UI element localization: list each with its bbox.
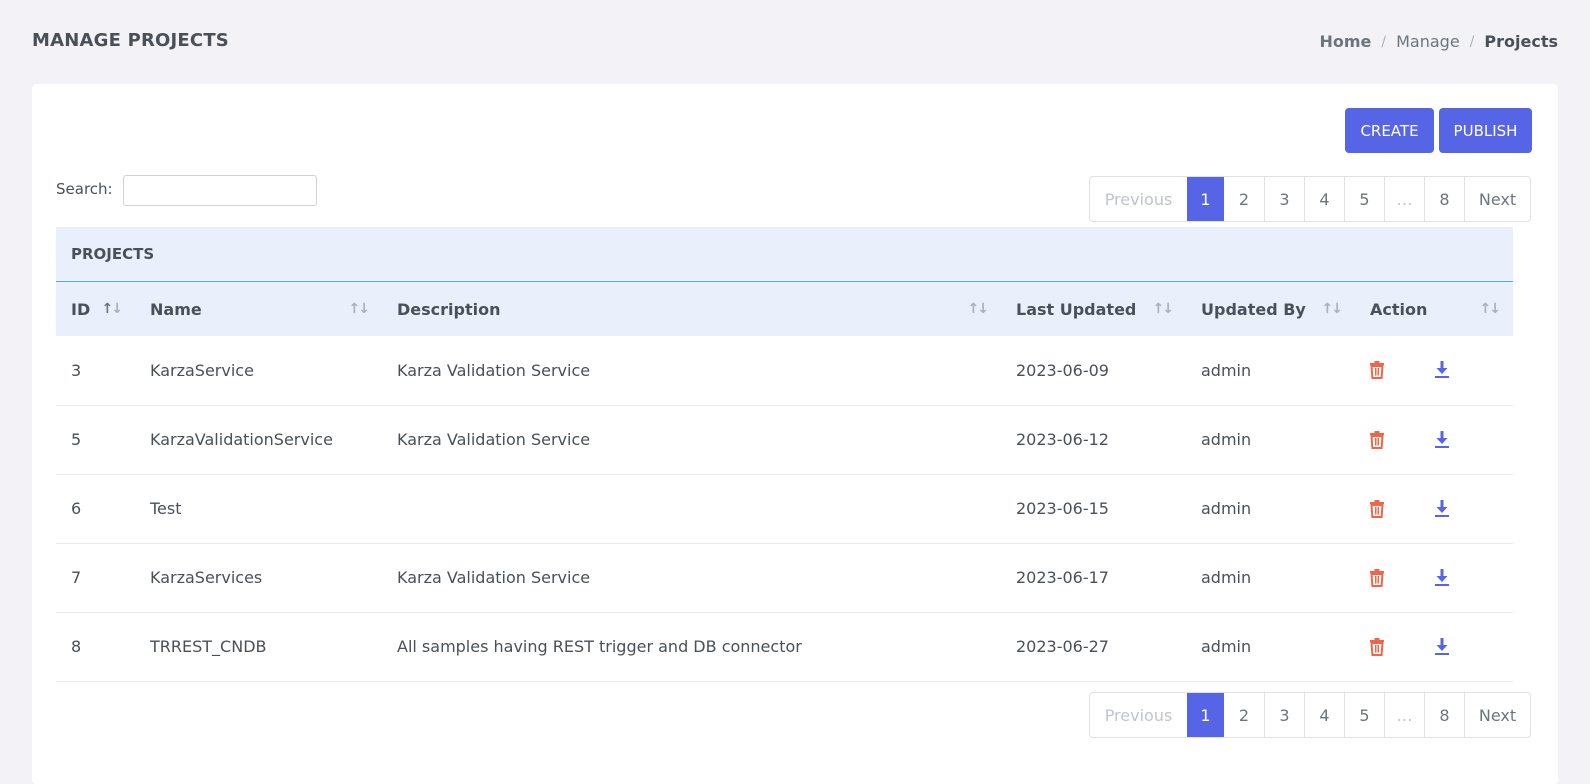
pagination-top: Previous 1 2 3 4 5 … 8 Next [1089, 176, 1531, 222]
download-icon[interactable] [1432, 498, 1452, 520]
pagination-bottom: Previous 1 2 3 4 5 … 8 Next [1089, 692, 1531, 738]
download-icon[interactable] [1432, 429, 1452, 451]
pagination-page-2[interactable]: 2 [1224, 177, 1264, 221]
column-header-last-updated[interactable]: Last Updated ↑↓ [1001, 282, 1186, 336]
pagination-next[interactable]: Next [1464, 177, 1530, 221]
sort-icon: ↑↓ [967, 301, 990, 317]
search-label: Search: [56, 180, 113, 198]
cell-name: KarzaServices [150, 568, 263, 587]
column-header-label: Action [1370, 299, 1428, 319]
table-caption: PROJECTS [56, 227, 1513, 282]
pagination-page-3[interactable]: 3 [1264, 177, 1304, 221]
cell-actions [1355, 474, 1513, 543]
sort-icon: ↑↓ [1321, 301, 1344, 317]
breadcrumb-projects: Projects [1484, 32, 1558, 51]
cell-name: KarzaValidationService [150, 430, 333, 449]
table-row: 3 KarzaService Karza Validation Service … [56, 336, 1513, 405]
column-header-action[interactable]: Action ↑↓ [1355, 282, 1513, 336]
projects-table: PROJECTS ID ↑↓ Name ↑↓ Description ↑↓ Last … [56, 227, 1513, 682]
cell-last-updated: 2023-06-12 [1016, 430, 1109, 449]
cell-description: Karza Validation Service [397, 568, 591, 587]
cell-id: 3 [71, 360, 82, 380]
breadcrumb-separator: / [1381, 33, 1387, 50]
pagination-page-8[interactable]: 8 [1424, 693, 1464, 737]
cell-id: 7 [71, 568, 82, 587]
trash-icon[interactable] [1367, 429, 1387, 451]
column-header-description[interactable]: Description ↑↓ [382, 282, 1001, 336]
download-icon[interactable] [1432, 636, 1452, 658]
cell-description [382, 474, 1001, 543]
column-header-label: Updated By [1201, 299, 1306, 319]
download-icon[interactable] [1432, 567, 1452, 589]
cell-last-updated: 2023-06-09 [1016, 360, 1109, 380]
cell-id: 5 [71, 430, 82, 449]
column-header-name[interactable]: Name ↑↓ [135, 282, 382, 336]
cell-actions [1355, 336, 1513, 405]
cell-last-updated: 2023-06-17 [1016, 568, 1109, 587]
pagination-page-1[interactable]: 1 [1187, 693, 1224, 737]
sort-icon: ↑↓ [1152, 301, 1175, 317]
trash-icon[interactable] [1367, 567, 1387, 589]
column-header-label: ID [71, 299, 91, 319]
column-header-label: Name [150, 299, 202, 319]
pagination-page-2[interactable]: 2 [1224, 693, 1264, 737]
pagination-next[interactable]: Next [1464, 693, 1530, 737]
cell-updated-by: admin [1201, 360, 1252, 380]
table-row: 5 KarzaValidationService Karza Validatio… [56, 405, 1513, 474]
cell-updated-by: admin [1201, 568, 1252, 587]
sort-icon: ↑↓ [1479, 301, 1502, 317]
pagination-previous[interactable]: Previous [1090, 693, 1187, 737]
breadcrumb: Home / Manage / Projects [1319, 32, 1558, 51]
table-header-row: ID ↑↓ Name ↑↓ Description ↑↓ Last Updated ↑↓… [56, 282, 1513, 336]
pagination-ellipsis: … [1384, 693, 1424, 737]
cell-name: TRREST_CNDB [150, 637, 267, 656]
table-row: 8 TRREST_CNDB All samples having REST tr… [56, 612, 1513, 681]
pagination-page-4[interactable]: 4 [1304, 693, 1344, 737]
cell-id: 8 [71, 637, 82, 656]
search-input[interactable] [123, 175, 317, 206]
column-header-label: Last Updated [1016, 299, 1137, 319]
breadcrumb-separator: / [1469, 33, 1475, 50]
pagination-page-5[interactable]: 5 [1344, 693, 1384, 737]
cell-actions [1355, 405, 1513, 474]
trash-icon[interactable] [1367, 636, 1387, 658]
column-header-id[interactable]: ID ↑↓ [56, 282, 135, 336]
cell-description: Karza Validation Service [397, 430, 591, 449]
table-row: 7 KarzaServices Karza Validation Service… [56, 543, 1513, 612]
sort-icon: ↑↓ [348, 301, 371, 317]
cell-last-updated: 2023-06-15 [1016, 499, 1109, 518]
cell-description: All samples having REST trigger and DB c… [397, 637, 802, 656]
column-header-label: Description [397, 299, 501, 319]
pagination-page-1[interactable]: 1 [1187, 177, 1224, 221]
page-title: MANAGE PROJECTS [32, 30, 229, 51]
pagination-ellipsis: … [1384, 177, 1424, 221]
pagination-page-3[interactable]: 3 [1264, 693, 1304, 737]
projects-card: CREATE PUBLISH Search: Previous 1 2 3 4 … [32, 84, 1558, 784]
cell-updated-by: admin [1201, 430, 1252, 449]
trash-icon[interactable] [1367, 359, 1387, 381]
page-header: MANAGE PROJECTS Home / Manage / Projects [0, 0, 1590, 84]
publish-button[interactable]: PUBLISH [1439, 108, 1532, 153]
cell-id: 6 [71, 499, 82, 518]
pagination-previous[interactable]: Previous [1090, 177, 1187, 221]
cell-name: KarzaService [150, 360, 254, 380]
download-icon[interactable] [1432, 359, 1452, 381]
sort-icon: ↑↓ [101, 301, 124, 317]
cell-name: Test [150, 499, 182, 518]
cell-updated-by: admin [1201, 499, 1252, 518]
pagination-page-5[interactable]: 5 [1344, 177, 1384, 221]
pagination-page-4[interactable]: 4 [1304, 177, 1344, 221]
create-button[interactable]: CREATE [1345, 108, 1434, 153]
cell-last-updated: 2023-06-27 [1016, 637, 1109, 656]
cell-updated-by: admin [1201, 637, 1252, 656]
column-header-updated-by[interactable]: Updated By ↑↓ [1186, 282, 1355, 336]
breadcrumb-home[interactable]: Home [1319, 32, 1371, 51]
breadcrumb-manage[interactable]: Manage [1396, 32, 1460, 51]
pagination-page-8[interactable]: 8 [1424, 177, 1464, 221]
cell-actions [1355, 612, 1513, 681]
cell-description: Karza Validation Service [397, 360, 591, 380]
cell-actions [1355, 543, 1513, 612]
trash-icon[interactable] [1367, 498, 1387, 520]
table-row: 6 Test 2023-06-15 admin [56, 474, 1513, 543]
